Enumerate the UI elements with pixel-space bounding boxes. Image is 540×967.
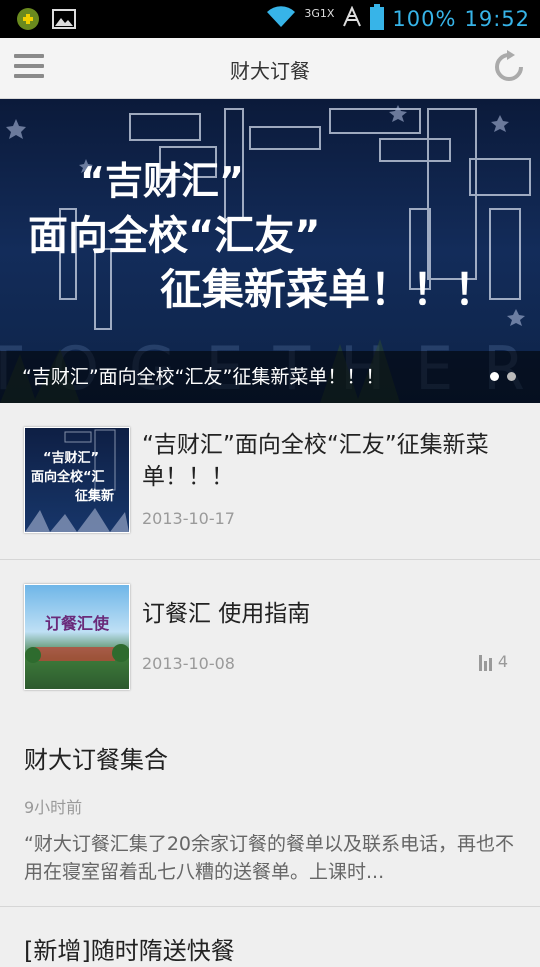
article-title: “吉财汇”面向全校“汇友”征集新菜单！！！ bbox=[142, 432, 489, 490]
app-notification-icon bbox=[16, 7, 40, 35]
banner-caption: “吉财汇”面向全校“汇友”征集新菜单！！！ bbox=[22, 366, 385, 388]
list-item[interactable]: [新增]随时隋送快餐 bbox=[0, 907, 540, 967]
banner-carousel[interactable]: TOGETHER “吉财汇” 面向全校“汇友” 征集新菜单！！！ “吉财汇”面向… bbox=[0, 99, 540, 403]
signal-icon bbox=[342, 5, 362, 32]
post-time: 9小时前 bbox=[24, 798, 83, 817]
article-thumbnail: “吉财汇” 面向全校“汇 征集新 bbox=[24, 427, 130, 533]
post-summary: “财大订餐汇集了20余家订餐的餐单以及联系电话，再也不用在寝室留着乱七八糟的送餐… bbox=[24, 833, 515, 883]
banner-art-line-1: “吉财汇” bbox=[80, 159, 244, 203]
post-title: 财大订餐集合 bbox=[24, 746, 168, 774]
view-count-value: 4 bbox=[497, 652, 508, 671]
carousel-dot[interactable] bbox=[490, 372, 499, 381]
article-title: 订餐汇 使用指南 bbox=[142, 601, 311, 627]
battery-level: 100% bbox=[392, 7, 457, 31]
battery-icon bbox=[370, 4, 385, 34]
carousel-indicator bbox=[490, 372, 516, 381]
article-date: 2013-10-17 bbox=[142, 509, 235, 528]
view-count: 4 bbox=[478, 652, 508, 671]
list-item[interactable]: 订餐汇使 订餐汇 使用指南 2013-10-08 4 bbox=[0, 560, 540, 717]
article-thumbnail: 订餐汇使 bbox=[24, 584, 130, 690]
clock: 19:52 bbox=[464, 7, 530, 31]
page-title: 财大订餐 bbox=[230, 59, 310, 83]
action-bar: 财大订餐 bbox=[0, 38, 540, 99]
carousel-dot[interactable] bbox=[507, 372, 516, 381]
svg-text:“吉财汇”: “吉财汇” bbox=[43, 450, 99, 466]
refresh-icon[interactable] bbox=[492, 50, 526, 84]
bar-chart-icon bbox=[478, 655, 492, 671]
banner-art-line-3: 征集新菜单！！！ bbox=[160, 265, 496, 314]
network-type: 3G1X bbox=[304, 6, 335, 20]
list-item[interactable]: 财大订餐集合 9小时前 “财大订餐汇集了20余家订餐的餐单以及联系电话，再也不用… bbox=[0, 716, 540, 907]
svg-text:订餐汇使: 订餐汇使 bbox=[45, 614, 110, 633]
image-notification-icon bbox=[52, 7, 76, 35]
svg-text:征集新: 征集新 bbox=[75, 488, 114, 504]
svg-text:面向全校“汇: 面向全校“汇 bbox=[31, 469, 105, 485]
list-item[interactable]: “吉财汇” 面向全校“汇 征集新 “吉财汇”面向全校“汇友”征集新菜单！！！ 2… bbox=[0, 403, 540, 560]
article-date: 2013-10-08 bbox=[142, 654, 235, 673]
banner-art-line-2: 面向全校“汇友” bbox=[28, 213, 321, 259]
wifi-icon bbox=[266, 5, 296, 33]
status-bar: 3G1X 100% 19:52 bbox=[0, 0, 540, 38]
post-title: [新增]随时隋送快餐 bbox=[24, 937, 235, 965]
